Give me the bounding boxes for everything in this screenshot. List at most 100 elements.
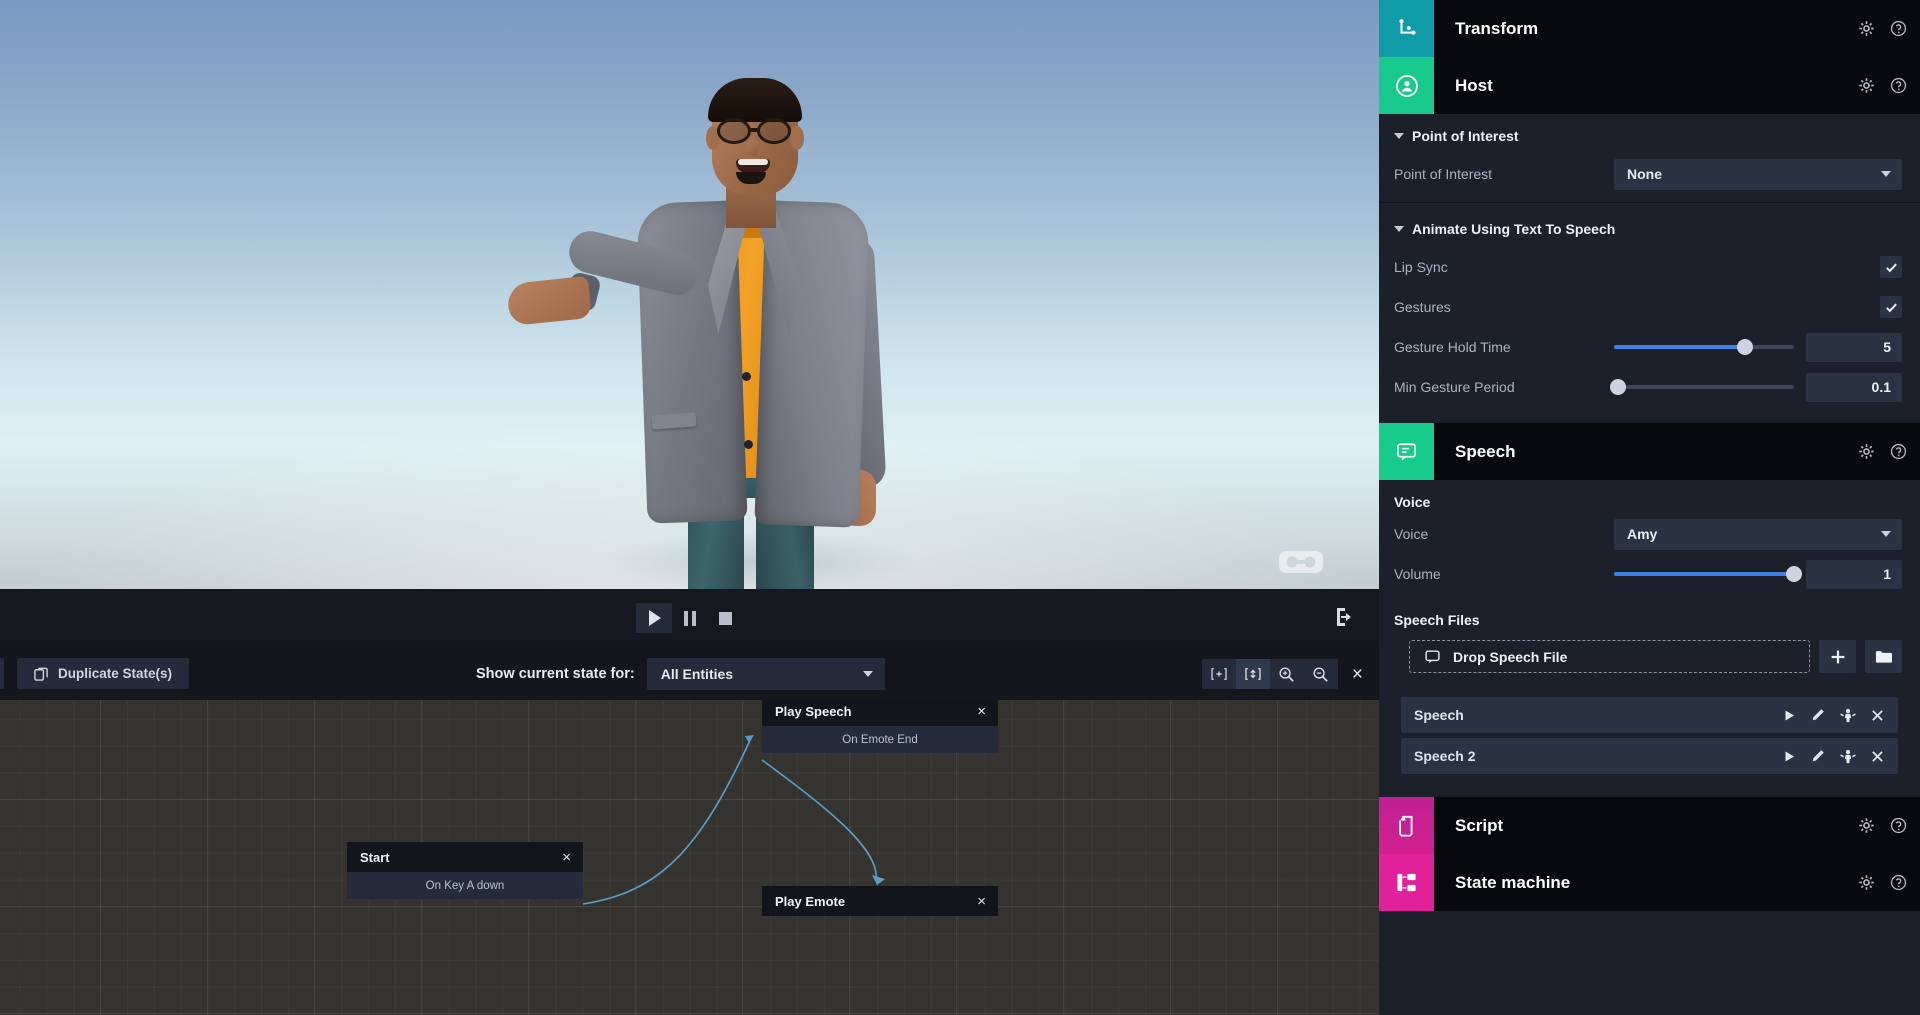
section-header-animate-tts[interactable]: Animate Using Text To Speech <box>1379 207 1920 247</box>
zoom-out-button[interactable] <box>1304 659 1338 689</box>
field-label: Point of Interest <box>1394 166 1614 182</box>
state-node-header[interactable]: Play Emote × <box>762 886 998 916</box>
script-badge <box>1379 797 1434 854</box>
avatar-ear-right <box>790 126 804 150</box>
vr-headset-icon[interactable] <box>1278 548 1324 576</box>
close-icon[interactable]: × <box>977 894 986 909</box>
section-title-label: Point of Interest <box>1412 128 1519 144</box>
pause-icon <box>684 611 696 626</box>
fit-selection-button[interactable] <box>1202 659 1236 689</box>
component-header-speech[interactable]: Speech <box>1379 423 1920 480</box>
state-node-transition[interactable]: On Key A down <box>347 872 583 899</box>
state-node-play-emote[interactable]: Play Emote × <box>762 886 998 916</box>
gesture-hold-time-value[interactable]: 5 <box>1806 333 1902 362</box>
help-icon[interactable] <box>1890 20 1907 37</box>
clipped-state-button[interactable]: te <box>0 658 4 689</box>
zoom-out-icon <box>1312 666 1329 683</box>
gestures-speech-button[interactable] <box>1840 708 1856 723</box>
delete-speech-button[interactable] <box>1871 750 1884 763</box>
speech-badge <box>1379 423 1434 480</box>
gear-icon[interactable] <box>1858 77 1875 94</box>
zoom-in-button[interactable] <box>1270 659 1304 689</box>
show-current-state-label: Show current state for: <box>476 666 635 682</box>
gestures-checkbox[interactable] <box>1880 296 1902 318</box>
gear-icon[interactable] <box>1858 874 1875 891</box>
speech-file-row[interactable]: Speech 2 <box>1401 738 1898 774</box>
point-of-interest-value: None <box>1627 166 1662 182</box>
component-title: Script <box>1455 816 1503 836</box>
browse-speech-file-button[interactable] <box>1865 640 1902 673</box>
speech-file-actions <box>1783 749 1884 764</box>
state-machine-canvas[interactable]: Start × On Key A down Play Speech × On E… <box>0 700 1379 1015</box>
pause-button[interactable] <box>672 603 708 633</box>
gear-icon[interactable] <box>1858 817 1875 834</box>
field-lip-sync: Lip Sync <box>1379 247 1920 287</box>
component-header-script[interactable]: Script <box>1379 797 1920 854</box>
add-speech-file-button[interactable] <box>1819 640 1856 673</box>
duplicate-states-button[interactable]: Duplicate State(s) <box>17 658 189 689</box>
close-icon[interactable]: × <box>977 704 986 719</box>
stop-button[interactable] <box>708 603 744 633</box>
view-controls <box>1202 659 1338 689</box>
component-actions <box>1858 854 1907 911</box>
volume-slider[interactable] <box>1614 559 1806 590</box>
field-min-gesture-period: Min Gesture Period 0.1 <box>1379 367 1920 407</box>
component-actions <box>1858 423 1907 480</box>
slider-knob[interactable] <box>1737 339 1753 355</box>
avatar-glasses-left-lens <box>717 118 751 144</box>
edit-speech-button[interactable] <box>1811 749 1825 763</box>
component-header-state-machine[interactable]: State machine <box>1379 854 1920 911</box>
transition-wires <box>0 700 1379 1015</box>
volume-value[interactable]: 1 <box>1806 560 1902 589</box>
play-button[interactable] <box>636 603 672 633</box>
divider <box>1379 202 1920 203</box>
slider-knob[interactable] <box>1610 379 1626 395</box>
3d-viewport[interactable] <box>0 0 1379 589</box>
fit-selection-icon <box>1210 667 1228 681</box>
close-icon[interactable]: × <box>562 850 571 865</box>
transform-badge <box>1379 0 1434 57</box>
entity-filter-select[interactable]: All Entities <box>647 658 885 690</box>
help-icon[interactable] <box>1890 874 1907 891</box>
play-speech-button[interactable] <box>1783 709 1796 722</box>
point-of-interest-select[interactable]: None <box>1614 159 1902 190</box>
voice-select[interactable]: Amy <box>1614 519 1902 550</box>
slider-knob[interactable] <box>1786 566 1802 582</box>
gesture-hold-time-slider[interactable] <box>1614 332 1806 363</box>
state-node-start[interactable]: Start × On Key A down <box>347 842 583 899</box>
state-node-header[interactable]: Start × <box>347 842 583 872</box>
component-header-host[interactable]: Host <box>1379 57 1920 114</box>
component-actions <box>1858 0 1907 57</box>
duplicate-icon <box>34 666 49 681</box>
min-gesture-period-value[interactable]: 0.1 <box>1806 373 1902 402</box>
state-machine-toolbar: te Duplicate State(s) Show current state… <box>0 647 1379 700</box>
lip-sync-checkbox[interactable] <box>1880 256 1902 278</box>
slider-track[interactable] <box>1614 572 1794 576</box>
edit-speech-button[interactable] <box>1811 708 1825 722</box>
gestures-speech-button[interactable] <box>1840 749 1856 764</box>
slider-track[interactable] <box>1614 385 1794 389</box>
state-node-transition[interactable]: On Emote End <box>762 726 998 753</box>
state-node-play-speech[interactable]: Play Speech × On Emote End <box>762 700 998 753</box>
help-icon[interactable] <box>1890 77 1907 94</box>
help-icon[interactable] <box>1890 817 1907 834</box>
state-node-header[interactable]: Play Speech × <box>762 700 998 726</box>
fit-all-button[interactable] <box>1236 659 1270 689</box>
delete-speech-button[interactable] <box>1871 709 1884 722</box>
min-gesture-period-slider[interactable] <box>1614 372 1806 403</box>
slider-track[interactable] <box>1614 345 1794 349</box>
help-icon[interactable] <box>1890 443 1907 460</box>
close-state-machine-button[interactable]: × <box>1352 665 1363 684</box>
speech-file-dropzone[interactable]: Drop Speech File <box>1409 640 1810 673</box>
gear-icon[interactable] <box>1858 443 1875 460</box>
field-gestures: Gestures <box>1379 287 1920 327</box>
play-speech-button[interactable] <box>1783 750 1796 763</box>
gestures-icon <box>1840 708 1856 723</box>
component-header-transform[interactable]: Transform <box>1379 0 1920 57</box>
exit-icon[interactable] <box>1333 605 1357 629</box>
speech-file-row[interactable]: Speech <box>1401 697 1898 733</box>
gear-icon[interactable] <box>1858 20 1875 37</box>
speech-file-actions <box>1783 708 1884 723</box>
section-header-point-of-interest[interactable]: Point of Interest <box>1379 114 1920 154</box>
host-person-icon <box>1395 74 1419 98</box>
